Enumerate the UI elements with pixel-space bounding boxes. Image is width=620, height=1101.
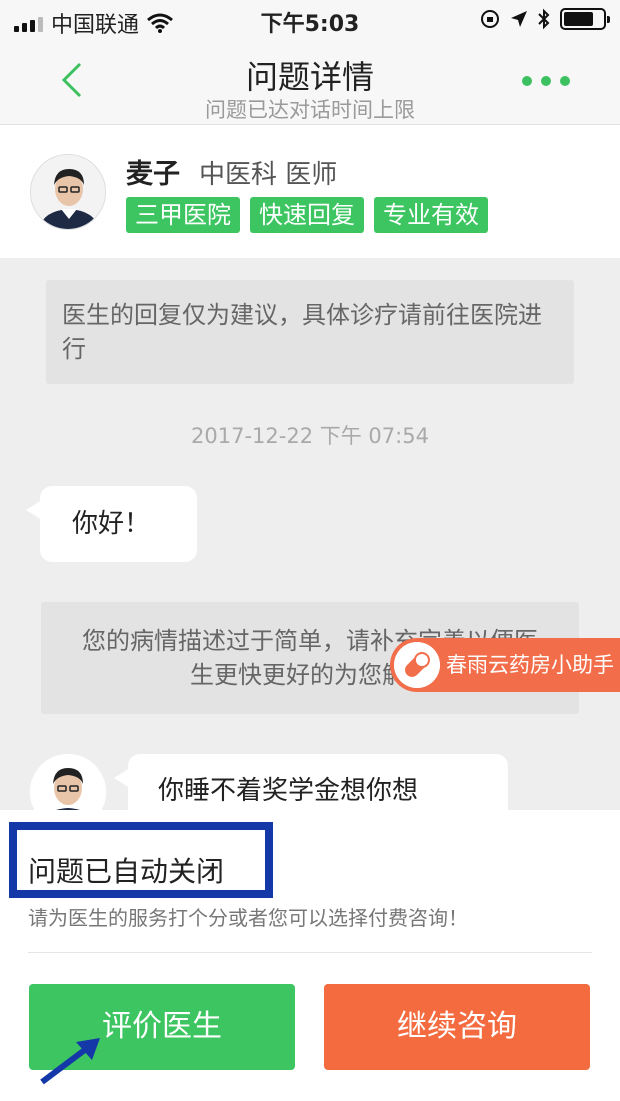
pointer-arrow-icon xyxy=(40,1038,100,1085)
avatar-icon xyxy=(31,155,105,229)
location-icon xyxy=(511,11,527,27)
closed-title: 问题已自动关闭 xyxy=(28,855,225,888)
chat-timestamp: 2017-12-22 下午 07:54 xyxy=(191,424,429,448)
doctor-name: 麦子 xyxy=(126,159,180,190)
bluetooth-icon xyxy=(538,8,550,30)
avatar-icon xyxy=(30,754,106,810)
pharmacy-helper-button[interactable]: 春雨云药房小助手 xyxy=(390,638,620,692)
continue-consult-button[interactable]: 继续咨询 xyxy=(324,984,590,1070)
battery-icon xyxy=(560,8,610,30)
page-title: 问题详情 xyxy=(245,58,374,96)
more-dots-icon[interactable] xyxy=(522,76,570,86)
tag-hospital: 三甲医院 xyxy=(126,197,240,233)
chat-area[interactable]: 医生的回复仅为建议，具体诊疗请前往医院进行 2017-12-22 下午 07:5… xyxy=(0,258,620,810)
doctor-card[interactable]: 麦子 中医科 医师 三甲医院 快速回复 专业有效 xyxy=(0,126,620,258)
message-bubble-doctor: 你睡不着奖学金想你想 xyxy=(114,754,508,810)
doctor-tags: 三甲医院 快速回复 专业有效 xyxy=(126,197,488,233)
message-bubble-user: 你好！ xyxy=(26,486,197,562)
divider xyxy=(28,952,592,953)
closed-subtitle: 请为医生的服务打个分或者您可以选择付费咨询！ xyxy=(28,906,468,930)
status-right xyxy=(480,8,610,30)
status-bar: 中国联通 下午5:03 xyxy=(0,0,620,40)
closed-panel: 问题已自动关闭 请为医生的服务打个分或者您可以选择付费咨询！ 评价医生 继续咨询 xyxy=(0,810,620,1101)
doctor-avatar[interactable] xyxy=(30,154,106,230)
lock-rotation-icon xyxy=(481,10,499,28)
tag-professional: 专业有效 xyxy=(374,197,488,233)
advice-notice: 医生的回复仅为建议，具体诊疗请前往医院进行 xyxy=(46,280,574,384)
tag-fast-reply: 快速回复 xyxy=(250,197,364,233)
pharmacy-helper-label: 春雨云药房小助手 xyxy=(446,653,614,677)
pill-icon xyxy=(394,642,440,688)
page-subtitle: 问题已达对话时间上限 xyxy=(205,98,415,122)
nav-bar: 问题详情 问题已达对话时间上限 xyxy=(0,40,620,125)
doctor-department: 中医科 医师 xyxy=(199,160,338,190)
doctor-avatar-small[interactable] xyxy=(30,754,106,810)
